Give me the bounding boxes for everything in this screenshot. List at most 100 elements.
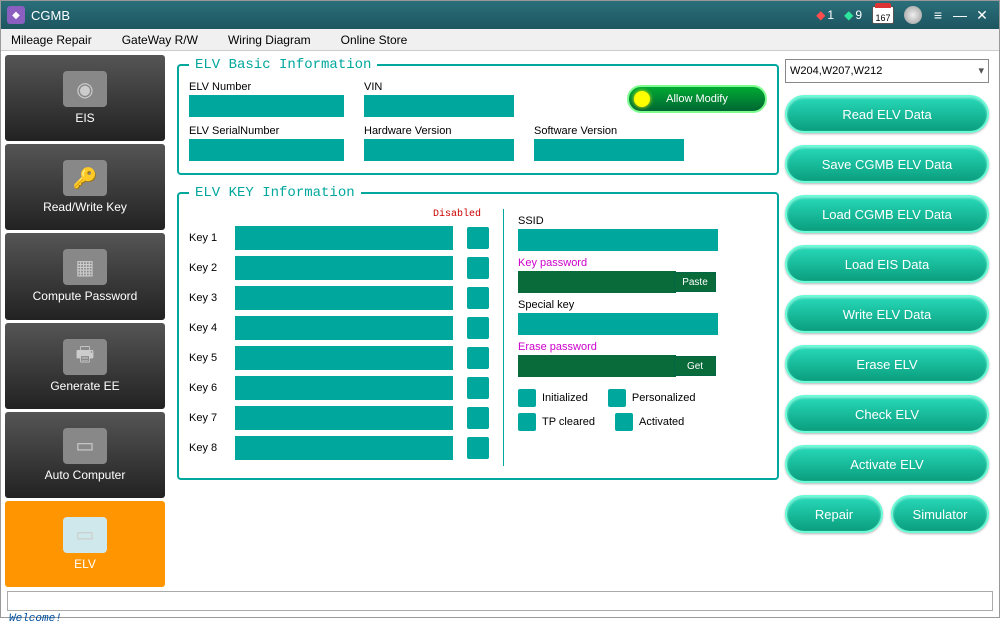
elv-basic-group: ELV Basic Information ELV Number VIN All… [177,57,779,175]
get-button[interactable]: Get [674,356,716,376]
allow-modify-button[interactable]: Allow Modify [627,85,767,113]
vin-field[interactable] [364,95,514,117]
model-dropdown[interactable]: W204,W207,W212 [785,59,989,83]
chk-activated[interactable]: Activated [615,413,684,431]
hw-label: Hardware Version [364,125,514,137]
vin-label: VIN [364,81,514,93]
menu-wiring[interactable]: Wiring Diagram [228,33,311,47]
hw-field[interactable] [364,139,514,161]
printer-icon: 🖶 [63,339,107,375]
divider [503,209,504,466]
key5-disable[interactable] [467,347,489,369]
save-cgmb-button[interactable]: Save CGMB ELV Data [785,145,989,183]
simulator-button[interactable]: Simulator [891,495,989,533]
key2-label: Key 2 [189,262,235,274]
eis-icon: ◉ [63,71,107,107]
sidebar-item-elv[interactable]: ▭ELV [5,501,165,587]
elv-key-legend: ELV KEY Information [189,185,361,201]
checkbox-icon [615,413,633,431]
medal-icon [904,6,922,24]
key7-label: Key 7 [189,412,235,424]
key6-field[interactable] [235,376,453,400]
welcome-text: Welcome! [1,611,999,627]
menu-bar: Mileage Repair GateWay R/W Wiring Diagra… [1,29,999,51]
menu-icon[interactable]: ≡ [931,7,945,23]
serial-field[interactable] [189,139,344,161]
paste-button[interactable]: Paste [674,272,716,292]
key1-label: Key 1 [189,232,235,244]
key2-field[interactable] [235,256,453,280]
key2-disable[interactable] [467,257,489,279]
activate-elv-button[interactable]: Activate ELV [785,445,989,483]
erase-elv-button[interactable]: Erase ELV [785,345,989,383]
calendar-icon: 167 [872,6,894,24]
credits-green: ◆9 [844,8,862,22]
key3-disable[interactable] [467,287,489,309]
erasepw-field[interactable] [518,355,676,377]
sw-field[interactable] [534,139,684,161]
write-elv-button[interactable]: Write ELV Data [785,295,989,333]
ssid-field[interactable] [518,229,718,251]
menu-mileage[interactable]: Mileage Repair [11,33,92,47]
key6-label: Key 6 [189,382,235,394]
app-title: CGMB [31,8,70,23]
elv-icon: ▭ [63,517,107,553]
title-bar: ◆ CGMB ◆1 ◆9 167 ≡ — ✕ [1,1,999,29]
sidebar: ◉EIS 🔑Read/Write Key ▦Compute Password 🖶… [1,51,169,591]
sidebar-item-generateee[interactable]: 🖶Generate EE [5,323,165,409]
menu-store[interactable]: Online Store [341,33,408,47]
sidebar-item-computepw[interactable]: ▦Compute Password [5,233,165,319]
key4-field[interactable] [235,316,453,340]
key8-label: Key 8 [189,442,235,454]
elv-basic-legend: ELV Basic Information [189,57,377,73]
right-panel: W204,W207,W212 Read ELV Data Save CGMB E… [783,51,999,591]
medal-badge [904,6,922,24]
key8-field[interactable] [235,436,453,460]
credits-red: ◆1 [816,8,834,22]
check-elv-button[interactable]: Check ELV [785,395,989,433]
sidebar-item-autocomp[interactable]: ▭Auto Computer [5,412,165,498]
key5-field[interactable] [235,346,453,370]
key3-field[interactable] [235,286,453,310]
minimize-icon[interactable]: — [953,7,967,23]
keypw-field[interactable] [518,271,676,293]
checkbox-icon [518,389,536,407]
key7-field[interactable] [235,406,453,430]
key8-disable[interactable] [467,437,489,459]
special-label: Special key [518,299,767,311]
load-cgmb-button[interactable]: Load CGMB ELV Data [785,195,989,233]
elv-number-label: ELV Number [189,81,344,93]
load-eis-button[interactable]: Load EIS Data [785,245,989,283]
calendar-badge: 167 [872,6,894,24]
ssid-label: SSID [518,215,767,227]
sw-label: Software Version [534,125,684,137]
ecu-icon: ▭ [63,428,107,464]
elv-key-group: ELV KEY Information Disabled Key 1 Key 2… [177,185,779,480]
checkbox-icon [518,413,536,431]
key1-disable[interactable] [467,227,489,249]
disabled-label: Disabled [189,209,481,220]
elv-number-field[interactable] [189,95,344,117]
erasepw-label: Erase password [518,341,767,353]
chk-tpcleared[interactable]: TP cleared [518,413,595,431]
key5-label: Key 5 [189,352,235,364]
sidebar-item-eis[interactable]: ◉EIS [5,55,165,141]
key7-disable[interactable] [467,407,489,429]
diamond-green-icon: ◆ [844,8,853,22]
close-icon[interactable]: ✕ [975,7,989,24]
key4-disable[interactable] [467,317,489,339]
key3-label: Key 3 [189,292,235,304]
chk-personalized[interactable]: Personalized [608,389,696,407]
menu-gateway[interactable]: GateWay R/W [122,33,198,47]
repair-button[interactable]: Repair [785,495,883,533]
special-field[interactable] [518,313,718,335]
serial-label: ELV SerialNumber [189,125,344,137]
diamond-red-icon: ◆ [816,8,825,22]
key1-field[interactable] [235,226,453,250]
chk-initialized[interactable]: Initialized [518,389,588,407]
sidebar-item-readwrite[interactable]: 🔑Read/Write Key [5,144,165,230]
read-elv-button[interactable]: Read ELV Data [785,95,989,133]
cpu-icon: ▦ [63,249,107,285]
key4-label: Key 4 [189,322,235,334]
key6-disable[interactable] [467,377,489,399]
